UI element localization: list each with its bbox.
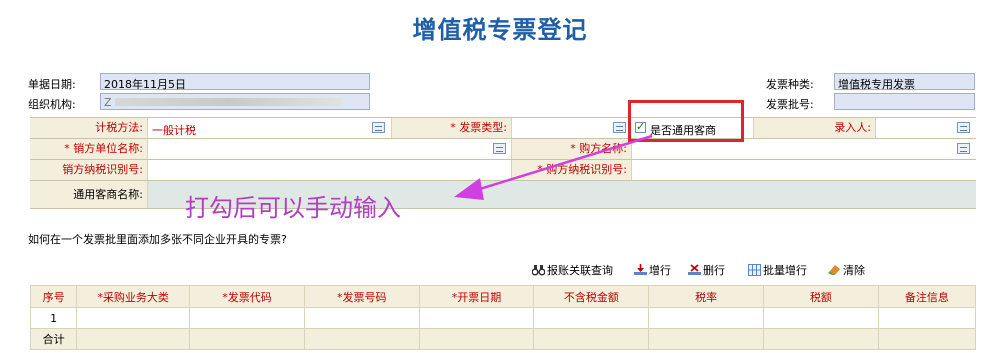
invoice-type-value: 增值税专用发票 <box>838 78 915 91</box>
column-header: *发票号码 <box>303 285 420 308</box>
total-cell <box>76 328 191 350</box>
table-cell[interactable] <box>418 307 535 329</box>
invoice-type-field[interactable]: 增值税专用发票 <box>834 73 975 91</box>
seller-name-label: * 销方单位名称: <box>30 139 148 159</box>
total-cell <box>877 328 977 350</box>
table-cell[interactable] <box>189 307 305 329</box>
column-header: 税率 <box>648 285 764 308</box>
total-cell <box>533 328 650 350</box>
table-cell[interactable] <box>303 307 420 329</box>
general-merchant-name-label: 通用客商名称: <box>30 181 148 208</box>
tax-method-label: 计税方法: <box>30 118 148 138</box>
add-row-button[interactable]: 增行 <box>634 262 671 278</box>
table-cell: 1 <box>29 307 78 329</box>
picker-icon[interactable] <box>957 143 970 154</box>
table-cell[interactable] <box>763 307 879 329</box>
entry-user-field[interactable] <box>876 118 976 138</box>
grid-icon <box>748 264 761 276</box>
picker-icon[interactable] <box>957 122 970 133</box>
table-header-row: 序号 *采购业务大类 *发票代码 *发票号码 *开票日期 不含税金额 税率 税额… <box>29 285 977 308</box>
column-header: 税额 <box>763 285 879 308</box>
column-header: *开票日期 <box>418 285 535 308</box>
annotation-arrow <box>454 134 653 200</box>
doc-date-field[interactable]: 2018年11月5日 <box>100 73 370 91</box>
total-cell <box>763 328 879 350</box>
table-row[interactable]: 1 <box>29 307 977 329</box>
clear-button[interactable]: 清除 <box>828 262 865 278</box>
table-cell[interactable] <box>648 307 764 329</box>
invoice-type-label: 发票种类: <box>766 78 814 91</box>
tax-method-field[interactable]: 一般计税 <box>148 118 392 138</box>
clear-label: 清除 <box>843 264 865 277</box>
delete-row-label: 删行 <box>703 264 725 277</box>
total-label: 合计 <box>29 328 78 350</box>
column-header: *发票代码 <box>189 285 305 308</box>
total-cell <box>418 328 535 350</box>
eraser-icon <box>828 265 840 275</box>
total-cell <box>189 328 305 350</box>
org-label: 组织机构: <box>28 98 76 111</box>
table-cell[interactable] <box>533 307 650 329</box>
tax-method-value: 一般计税 <box>152 124 196 137</box>
org-field[interactable]: Z <box>100 93 370 110</box>
total-cell <box>303 328 420 350</box>
help-question-link[interactable]: 如何在一个发票批里面添加多张不同企业开具的专票? <box>28 231 287 247</box>
delete-row-icon <box>688 264 701 275</box>
column-header: *采购业务大类 <box>76 285 191 308</box>
total-row: 合计 <box>29 328 977 350</box>
annotation-text: 打勾后可以手动输入 <box>185 194 401 222</box>
picker-icon[interactable] <box>372 122 385 133</box>
batch-field[interactable] <box>834 93 975 110</box>
reimburse-query-label: 报账关联查询 <box>547 264 613 277</box>
batch-add-row-label: 批量增行 <box>763 264 807 277</box>
doc-date-label: 单据日期: <box>28 78 76 91</box>
entry-user-label: 录入人: <box>754 118 876 138</box>
add-row-icon <box>634 264 647 275</box>
column-header: 备注信息 <box>877 285 977 308</box>
buyer-name-field[interactable] <box>632 139 976 159</box>
org-value: Z <box>104 96 112 109</box>
arrow-head <box>454 178 484 200</box>
arrow-line <box>469 134 653 194</box>
reimburse-query-button[interactable]: 报账关联查询 <box>532 262 613 278</box>
binoculars-icon <box>532 265 545 276</box>
add-row-label: 增行 <box>649 264 671 277</box>
delete-row-button[interactable]: 删行 <box>688 262 725 278</box>
page-title: 增值税专票登记 <box>412 16 588 44</box>
column-header: 序号 <box>29 285 78 308</box>
column-header: 不含税金额 <box>533 285 650 308</box>
invoice-detail-table: 序号 *采购业务大类 *发票代码 *发票号码 *开票日期 不含税金额 税率 税额… <box>29 285 977 350</box>
table-cell[interactable] <box>76 307 191 329</box>
table-cell[interactable] <box>877 307 977 329</box>
doc-date-value: 2018年11月5日 <box>104 78 186 91</box>
redacted-blur <box>115 98 343 106</box>
total-cell <box>648 328 764 350</box>
seller-taxid-label: 销方纳税识别号: <box>30 160 148 180</box>
batch-label: 发票批号: <box>766 98 814 111</box>
buyer-taxid-field[interactable] <box>632 160 976 180</box>
batch-add-row-button[interactable]: 批量增行 <box>748 262 807 278</box>
